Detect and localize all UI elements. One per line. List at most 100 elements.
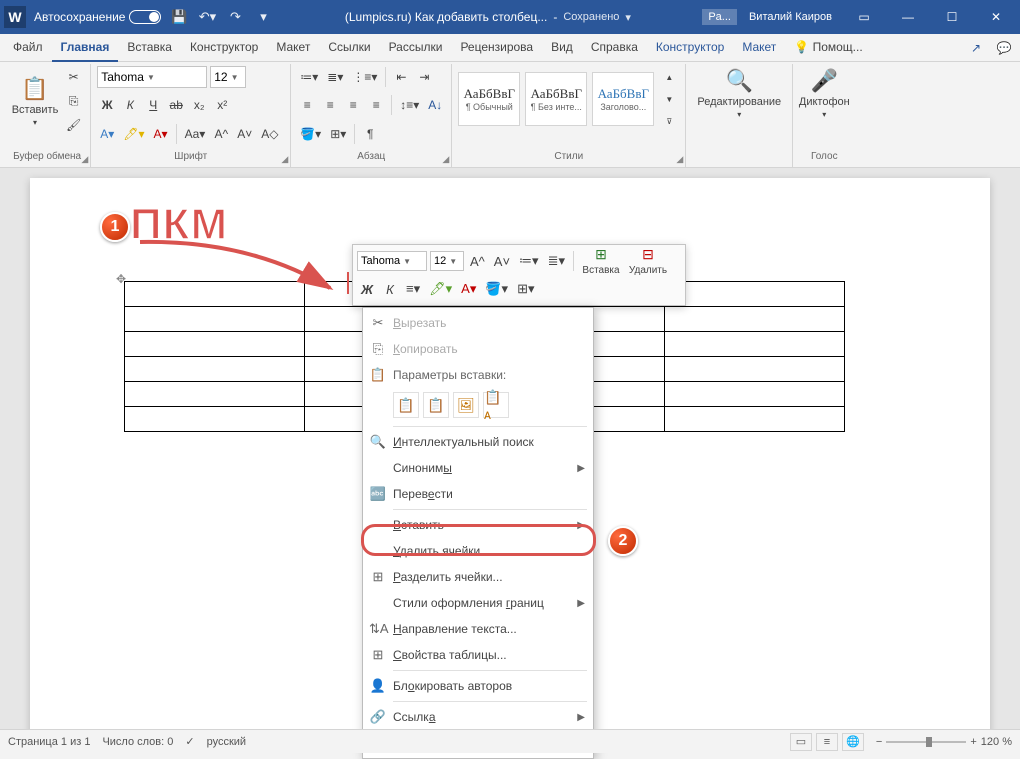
status-proofing-icon[interactable]: ✓ <box>185 735 194 748</box>
cut-icon[interactable]: ✂ <box>63 66 84 88</box>
mini-font-dropdown[interactable]: Tahoma▼ <box>357 251 427 271</box>
status-language[interactable]: русский <box>207 736 246 748</box>
editing-button[interactable]: 🔍Редактирование▾ <box>692 66 786 121</box>
save-icon[interactable]: 💾 <box>169 7 189 27</box>
text-effects-icon[interactable]: A▾ <box>97 123 117 145</box>
align-left-icon[interactable]: ≡ <box>297 94 317 116</box>
ctx-copy[interactable]: ⎘Копировать <box>365 336 591 362</box>
tab-mailings[interactable]: Рассылки <box>380 34 452 62</box>
borders-icon[interactable]: ⊞▾ <box>327 123 349 145</box>
dialog-launcher-icon[interactable]: ◢ <box>442 154 449 165</box>
close-icon[interactable]: ✕ <box>976 2 1016 32</box>
mini-delete-button[interactable]: ⊟Удалить <box>626 244 670 278</box>
tab-file[interactable]: Файл <box>4 34 52 62</box>
ctx-synonyms[interactable]: Синонимы▶ <box>365 455 591 481</box>
numbering-icon[interactable]: ≣▾ <box>324 66 346 88</box>
justify-icon[interactable]: ≡ <box>366 94 386 116</box>
clear-format-icon[interactable]: A◇ <box>258 123 281 145</box>
superscript-button[interactable]: x² <box>212 94 232 116</box>
share-icon[interactable]: ↗ <box>964 37 988 59</box>
italic-button[interactable]: К <box>120 94 140 116</box>
status-page[interactable]: Страница 1 из 1 <box>8 736 90 748</box>
indent-left-icon[interactable]: ⇤ <box>391 66 411 88</box>
paste-merge-icon[interactable]: 📋 <box>423 392 449 418</box>
grow-font-icon[interactable]: A^ <box>211 123 231 145</box>
mini-insert-button[interactable]: ⊞Вставка <box>579 244 623 278</box>
change-case-icon[interactable]: Aa▾ <box>182 123 209 145</box>
zoom-control[interactable]: − + 120 % <box>876 736 1012 748</box>
shading-icon[interactable]: 🪣▾ <box>297 123 324 145</box>
mini-fontcolor-icon[interactable]: A▾ <box>458 277 479 301</box>
copy-icon[interactable]: ⎘ <box>63 90 84 112</box>
format-painter-icon[interactable]: 🖌 <box>63 114 84 136</box>
multilevel-icon[interactable]: ⋮≡▾ <box>349 66 380 88</box>
paste-keep-source-icon[interactable]: 📋 <box>393 392 419 418</box>
tab-view[interactable]: Вид <box>542 34 582 62</box>
status-words[interactable]: Число слов: 0 <box>102 736 173 748</box>
bullets-icon[interactable]: ≔▾ <box>297 66 321 88</box>
tab-review[interactable]: Рецензирова <box>451 34 542 62</box>
style-heading1[interactable]: АаБбВвГЗаголово... <box>592 72 654 126</box>
zoom-value[interactable]: 120 % <box>981 736 1012 748</box>
view-focus-icon[interactable]: ▭ <box>790 733 812 751</box>
mini-numbering-icon[interactable]: ≣▾ <box>545 249 568 273</box>
tab-layout[interactable]: Макет <box>267 34 319 62</box>
tab-table-design[interactable]: Конструктор <box>647 34 733 62</box>
ctx-split-cells[interactable]: ⊞Разделить ячейки... <box>365 564 591 590</box>
dialog-launcher-icon[interactable]: ◢ <box>676 154 683 165</box>
indent-right-icon[interactable]: ⇥ <box>414 66 434 88</box>
font-size-dropdown[interactable]: 12▼ <box>210 66 246 88</box>
tab-insert[interactable]: Вставка <box>118 34 181 62</box>
ctx-translate[interactable]: 🔤Перевести <box>365 481 591 507</box>
ctx-block-authors[interactable]: 👤Блокировать авторов <box>365 673 591 699</box>
mini-bold-icon[interactable]: Ж <box>357 277 377 301</box>
mini-highlight-icon[interactable]: 🖊▾ <box>426 277 455 301</box>
comments-icon[interactable]: 💬 <box>992 37 1016 59</box>
ctx-border-styles[interactable]: Стили оформления границ▶ <box>365 590 591 616</box>
styles-down-icon[interactable]: ▼ <box>659 88 679 110</box>
redo-icon[interactable]: ↷ <box>225 7 245 27</box>
style-normal[interactable]: АаБбВвГ¶ Обычный <box>458 72 520 126</box>
show-marks-icon[interactable]: ¶ <box>360 123 380 145</box>
ctx-cut[interactable]: ✂Вырезать <box>365 310 591 336</box>
mini-bullets-icon[interactable]: ≔▾ <box>516 249 542 273</box>
style-nospacing[interactable]: АаБбВвГ¶ Без инте... <box>525 72 587 126</box>
mini-grow-icon[interactable]: A^ <box>467 249 488 273</box>
align-right-icon[interactable]: ≡ <box>343 94 363 116</box>
styles-more-icon[interactable]: ⊽ <box>659 110 679 132</box>
tab-help[interactable]: Справка <box>582 34 647 62</box>
mini-size-dropdown[interactable]: 12▼ <box>430 251 464 271</box>
sort-icon[interactable]: A↓ <box>425 94 445 116</box>
mini-shrink-icon[interactable]: A˅ <box>491 249 513 273</box>
user-badge[interactable]: Pa... <box>702 9 737 25</box>
shrink-font-icon[interactable]: A˅ <box>234 123 255 145</box>
undo-icon[interactable]: ↶▾ <box>197 7 217 27</box>
line-spacing-icon[interactable]: ↕≡▾ <box>397 94 422 116</box>
subscript-button[interactable]: x₂ <box>189 94 209 116</box>
bold-button[interactable]: Ж <box>97 94 117 116</box>
tab-tellme[interactable]: 💡 Помощ... <box>785 34 871 62</box>
zoom-out-icon[interactable]: − <box>876 736 882 748</box>
ctx-smart-lookup[interactable]: 🔍Интеллектуальный поиск <box>365 429 591 455</box>
paste-text-icon[interactable]: 📋ᴀ <box>483 392 509 418</box>
zoom-in-icon[interactable]: + <box>970 736 976 748</box>
strike-button[interactable]: ab <box>166 94 186 116</box>
tab-table-layout[interactable]: Макет <box>733 34 785 62</box>
dialog-launcher-icon[interactable]: ◢ <box>81 154 88 165</box>
ribbon-options-icon[interactable]: ▭ <box>844 2 884 32</box>
mini-shading-icon[interactable]: 🪣▾ <box>482 277 511 301</box>
ctx-link[interactable]: 🔗Ссылка▶ <box>365 704 591 730</box>
maximize-icon[interactable]: ☐ <box>932 2 972 32</box>
minimize-icon[interactable]: — <box>888 2 928 32</box>
dialog-launcher-icon[interactable]: ◢ <box>281 154 288 165</box>
mini-italic-icon[interactable]: К <box>380 277 400 301</box>
tab-references[interactable]: Ссылки <box>319 34 379 62</box>
highlight-icon[interactable]: 🖊▾ <box>120 123 147 145</box>
mini-borders-icon[interactable]: ⊞▾ <box>514 277 537 301</box>
user-name[interactable]: Виталий Каиров <box>749 11 832 23</box>
tab-design[interactable]: Конструктор <box>181 34 267 62</box>
ctx-text-direction[interactable]: ⇅AНаправление текста... <box>365 616 591 642</box>
font-name-dropdown[interactable]: Tahoma▼ <box>97 66 207 88</box>
underline-button[interactable]: Ч <box>143 94 163 116</box>
view-print-icon[interactable]: ≡ <box>816 733 838 751</box>
